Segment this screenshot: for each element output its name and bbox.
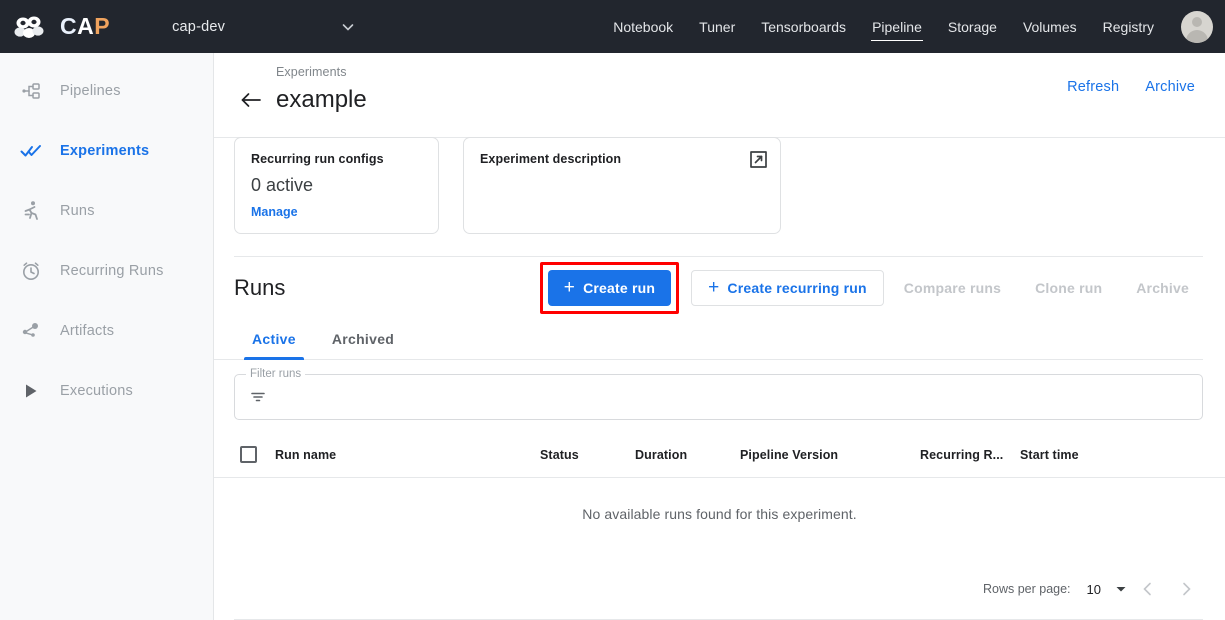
plus-icon: + xyxy=(708,276,720,298)
filter-runs-legend: Filter runs xyxy=(246,368,306,380)
sidebar-item-experiments[interactable]: Experiments xyxy=(0,129,213,173)
rows-per-page-label: Rows per page: xyxy=(982,582,1071,596)
cap-people-logo-icon xyxy=(14,14,54,40)
topnav-item-storage[interactable]: Storage xyxy=(935,0,1010,53)
logo-letter-c: C xyxy=(60,13,78,39)
pipelines-icon xyxy=(18,78,44,104)
logo-text: CAP xyxy=(60,15,110,38)
summary-cards: Recurring run configs 0 active Manage Ex… xyxy=(214,115,1225,234)
sidebar-item-label: Runs xyxy=(60,203,95,219)
pagination-controls: Rows per page: 10 xyxy=(983,572,1203,606)
page-title: example xyxy=(276,86,367,113)
runs-tabs: Active Archived xyxy=(214,321,1203,360)
running-person-icon xyxy=(18,198,44,224)
sidebar-item-label: Experiments xyxy=(60,143,150,159)
empty-state-message: No available runs found for this experim… xyxy=(582,506,857,522)
column-header-status[interactable]: Status xyxy=(540,448,635,462)
page-header-actions: Refresh Archive xyxy=(1059,73,1203,101)
column-header-run-name[interactable]: Run name xyxy=(275,448,540,462)
recurring-run-configs-card: Recurring run configs 0 active Manage xyxy=(234,137,439,234)
sidebar: Pipelines Experiments Runs Recurring Run… xyxy=(0,53,214,620)
filter-icon xyxy=(249,388,267,406)
manage-link[interactable]: Manage xyxy=(251,205,422,219)
topnav-item-volumes[interactable]: Volumes xyxy=(1010,0,1090,53)
runs-table-header: Run name Status Duration Pipeline Versio… xyxy=(214,432,1225,478)
top-navigation: Notebook Tuner Tensorboards Pipeline Sto… xyxy=(600,0,1225,53)
topnav-item-tuner[interactable]: Tuner xyxy=(686,0,748,53)
sidebar-item-runs[interactable]: Runs xyxy=(0,189,213,233)
topnav-item-pipeline[interactable]: Pipeline xyxy=(859,0,935,53)
tab-archived[interactable]: Archived xyxy=(314,321,412,359)
logo-letter-p: P xyxy=(94,13,111,39)
sidebar-item-label: Recurring Runs xyxy=(60,263,164,279)
chevron-down-icon[interactable] xyxy=(340,19,356,35)
caret-down-icon[interactable] xyxy=(1115,583,1127,595)
runs-toolbar: Runs + Create run + Create recurring run… xyxy=(214,257,1225,319)
filter-runs-input[interactable] xyxy=(279,388,1188,406)
sidebar-item-label: Executions xyxy=(60,383,133,399)
card-value: 0 active xyxy=(251,175,314,195)
top-bar: CAP cap-dev Notebook Tuner Tensorboards … xyxy=(0,0,1225,53)
double-check-icon xyxy=(18,138,44,164)
logo-letter-a: A xyxy=(77,13,95,39)
archive-button[interactable]: Archive xyxy=(1137,73,1203,101)
arrow-left-icon[interactable] xyxy=(236,85,266,115)
chevron-left-icon[interactable] xyxy=(1131,572,1165,606)
create-run-button[interactable]: + Create run xyxy=(547,270,672,306)
experiment-description-card: Experiment description xyxy=(463,137,781,234)
external-link-icon[interactable] xyxy=(749,150,768,174)
column-header-duration[interactable]: Duration xyxy=(635,448,740,462)
sidebar-item-pipelines[interactable]: Pipelines xyxy=(0,69,213,113)
main-content: Experiments example Refresh Archive Recu… xyxy=(214,53,1225,620)
project-selector-label[interactable]: cap-dev xyxy=(172,19,225,35)
chevron-right-icon[interactable] xyxy=(1169,572,1203,606)
play-triangle-icon xyxy=(18,378,44,404)
refresh-button[interactable]: Refresh xyxy=(1059,73,1127,101)
runs-section-title: Runs xyxy=(234,275,286,300)
card-title: Experiment description xyxy=(480,152,622,166)
page-header: Experiments example Refresh Archive xyxy=(214,53,1225,138)
checkbox-unchecked-icon[interactable] xyxy=(240,446,257,463)
page-title-row: example xyxy=(236,85,1201,115)
topnav-item-registry[interactable]: Registry xyxy=(1090,0,1167,53)
filter-section: Filter runs xyxy=(214,360,1225,420)
compare-runs-button[interactable]: Compare runs xyxy=(890,270,1015,306)
create-run-label: Create run xyxy=(583,280,656,296)
user-avatar-icon[interactable] xyxy=(1181,10,1213,43)
topnav-item-notebook[interactable]: Notebook xyxy=(600,0,686,53)
runs-action-buttons: + Create run + Create recurring run Comp… xyxy=(539,262,1203,314)
create-recurring-run-button[interactable]: + Create recurring run xyxy=(691,270,884,306)
clone-run-button[interactable]: Clone run xyxy=(1021,270,1116,306)
sidebar-item-label: Pipelines xyxy=(60,83,121,99)
filter-runs-field[interactable]: Filter runs xyxy=(234,368,1203,420)
alarm-clock-icon xyxy=(18,258,44,284)
rows-per-page-value[interactable]: 10 xyxy=(1087,582,1101,597)
sidebar-item-label: Artifacts xyxy=(60,323,115,339)
plus-icon: + xyxy=(563,276,576,298)
card-title: Recurring run configs xyxy=(251,152,384,166)
app-logo[interactable]: CAP xyxy=(14,14,110,40)
column-header-pipeline-version[interactable]: Pipeline Version xyxy=(740,448,920,462)
topnav-item-tensorboards[interactable]: Tensorboards xyxy=(748,0,859,53)
sidebar-item-executions[interactable]: Executions xyxy=(0,369,213,413)
artifacts-dots-icon xyxy=(18,318,44,344)
column-header-start-time[interactable]: Start time xyxy=(1020,448,1140,462)
sidebar-item-artifacts[interactable]: Artifacts xyxy=(0,309,213,353)
column-header-recurring-run[interactable]: Recurring R... xyxy=(920,448,1020,462)
create-run-highlight: + Create run xyxy=(539,262,680,314)
sidebar-item-recurring-runs[interactable]: Recurring Runs xyxy=(0,249,213,293)
tab-active[interactable]: Active xyxy=(234,321,314,360)
archive-runs-button[interactable]: Archive xyxy=(1122,270,1203,306)
create-recurring-run-label: Create recurring run xyxy=(727,280,867,296)
